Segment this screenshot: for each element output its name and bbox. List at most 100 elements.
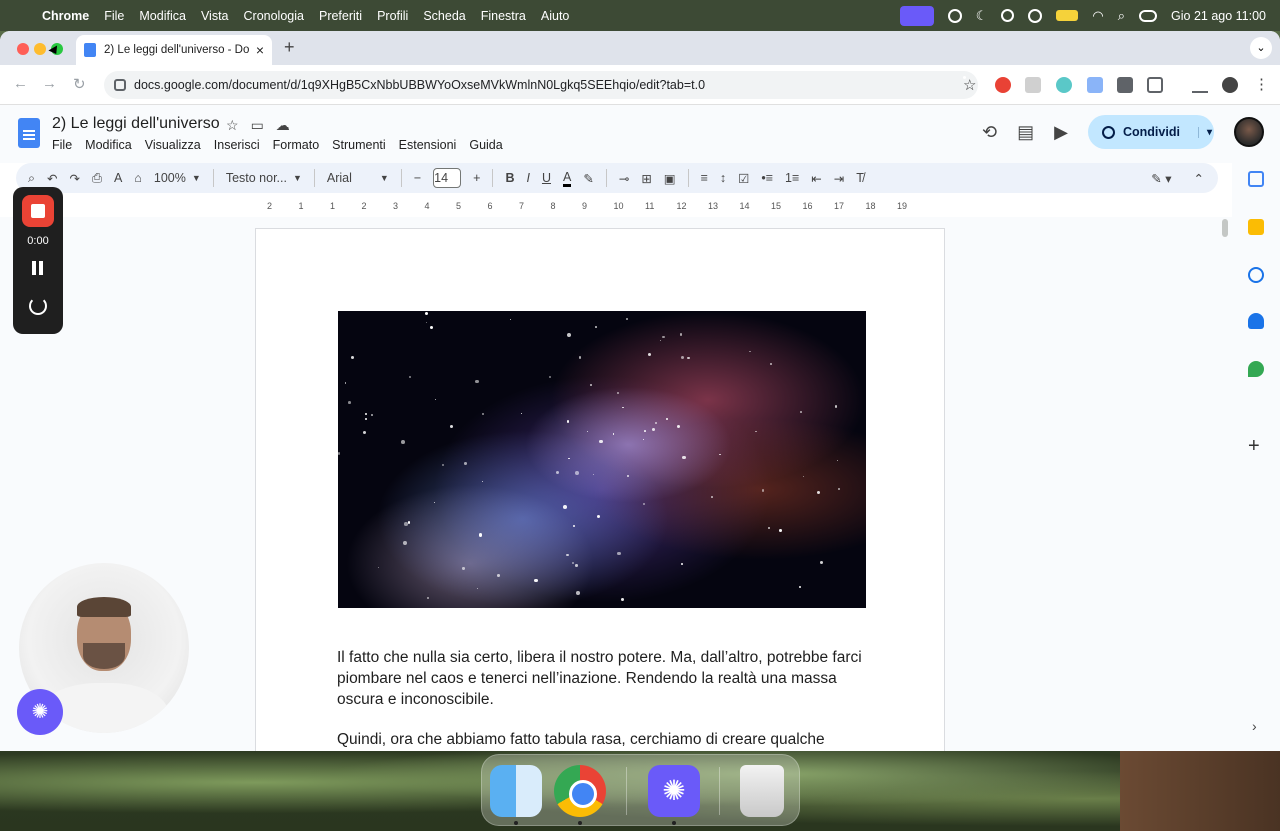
add-addon-icon[interactable]: + <box>1248 435 1260 458</box>
scrollbar-thumb[interactable] <box>1222 219 1228 237</box>
collapse-toolbar-icon[interactable]: ⌃ <box>1194 171 1204 186</box>
docs-menu-file[interactable]: File <box>52 138 72 152</box>
font-select[interactable]: Arial ▼ <box>327 171 389 185</box>
extensions-puzzle-icon[interactable] <box>1147 77 1163 93</box>
account-avatar[interactable] <box>1234 117 1264 147</box>
control-center-icon[interactable] <box>1139 9 1158 22</box>
style-select[interactable]: Testo nor... ▼ <box>226 171 302 185</box>
search-menus-icon[interactable]: ⌕ <box>28 171 35 186</box>
bulleted-list-icon[interactable]: •≡ <box>761 171 773 185</box>
increase-font-size-button[interactable]: + <box>473 171 480 185</box>
forward-arrow-icon[interactable]: → <box>42 75 57 92</box>
align-icon[interactable]: ≡ <box>701 171 708 185</box>
menu-profili[interactable]: Profili <box>377 9 408 23</box>
underline-icon[interactable]: U <box>542 171 551 185</box>
docs-menu-visualizza[interactable]: Visualizza <box>145 138 201 152</box>
redo-icon[interactable]: ↷ <box>70 171 80 186</box>
docs-menu-inserisci[interactable]: Inserisci <box>214 138 260 152</box>
document-title[interactable]: 2) Le leggi dell'universo <box>52 115 220 133</box>
expand-panel-chevron-icon[interactable]: › <box>1252 718 1257 734</box>
menu-file[interactable]: File <box>104 9 124 23</box>
restart-icon[interactable] <box>29 297 47 315</box>
share-button[interactable]: Condividi ▾ <box>1088 115 1214 149</box>
docs-menu-guida[interactable]: Guida <box>469 138 502 152</box>
keep-icon[interactable] <box>1248 219 1264 235</box>
tab-search-chevron-icon[interactable]: ⌄ <box>1250 37 1272 59</box>
meet-camera-icon[interactable]: ▶ <box>1054 122 1068 143</box>
reload-icon[interactable]: ↻ <box>73 75 86 93</box>
menu-aiuto[interactable]: Aiuto <box>541 9 570 23</box>
insert-link-icon[interactable]: ⊸ <box>619 171 629 186</box>
increase-indent-icon[interactable]: ⇥ <box>834 171 844 186</box>
share-dropdown-icon[interactable]: ▾ <box>1197 126 1212 138</box>
search-icon[interactable]: ⌕ <box>1118 8 1125 24</box>
clear-formatting-icon[interactable]: T̸ <box>856 171 864 185</box>
text-color-icon[interactable]: A <box>563 170 572 187</box>
site-info-icon[interactable] <box>114 79 126 91</box>
decrease-indent-icon[interactable]: ⇤ <box>811 171 821 186</box>
menubar-clock[interactable]: Gio 21 ago 11:00 <box>1171 9 1266 23</box>
url-text[interactable]: docs.google.com/document/d/1q9XHgB5CxNbb… <box>134 78 705 92</box>
star-icon[interactable]: ☆ <box>226 117 239 134</box>
menu-vista[interactable]: Vista <box>201 9 229 23</box>
menu-modifica[interactable]: Modifica <box>139 9 186 23</box>
print-icon[interactable]: ⎙ <box>92 171 102 186</box>
back-arrow-icon[interactable]: ← <box>13 75 28 92</box>
download-icon[interactable] <box>1192 77 1208 93</box>
pause-icon[interactable] <box>31 261 45 275</box>
zoom-select[interactable]: 100% ▼ <box>154 171 201 185</box>
stop-recording-button[interactable] <box>22 195 54 227</box>
paragraph-1[interactable]: Il fatto che nulla sia certo, libera il … <box>337 647 867 710</box>
ruler[interactable]: 2 1 1 2 3 4 5 6 7 8 9 10 11 12 13 14 15 16 17 18 19 <box>255 199 945 215</box>
battery-icon[interactable] <box>1056 10 1079 21</box>
undo-icon[interactable]: ↶ <box>47 171 57 186</box>
tab-docs[interactable]: 2) Le leggi dell'universo - Do × <box>76 35 272 65</box>
extension-m-icon[interactable] <box>1056 77 1072 93</box>
calendar-icon[interactable] <box>1248 171 1264 187</box>
version-history-icon[interactable]: ⟲ <box>982 122 997 143</box>
close-tab-icon[interactable]: × <box>256 42 264 58</box>
add-comment-icon[interactable]: ⊞ <box>641 171 651 186</box>
docs-menu-estensioni[interactable]: Estensioni <box>399 138 457 152</box>
numbered-list-icon[interactable]: 1≡ <box>785 171 799 185</box>
gear-status-icon[interactable] <box>947 8 962 23</box>
cloud-saved-icon[interactable]: ☁ <box>276 117 290 134</box>
line-spacing-icon[interactable]: ↕ <box>720 171 726 185</box>
document-page[interactable]: Il fatto che nulla sia certo, libera il … <box>255 228 945 751</box>
trash-icon[interactable] <box>740 765 784 817</box>
comments-icon[interactable]: ▤ <box>1017 122 1034 143</box>
italic-icon[interactable]: I <box>526 171 529 185</box>
address-bar[interactable]: docs.google.com/document/d/1q9XHgB5CxNbb… <box>104 71 978 99</box>
chrome-icon[interactable] <box>554 765 606 817</box>
docs-menu-strumenti[interactable]: Strumenti <box>332 138 386 152</box>
screen-record-status-icon[interactable] <box>899 5 934 26</box>
close-window-button[interactable] <box>17 43 29 55</box>
minimize-window-button[interactable] <box>34 43 46 55</box>
maps-icon[interactable] <box>1248 361 1264 377</box>
docs-menu-modifica[interactable]: Modifica <box>85 138 132 152</box>
contacts-icon[interactable] <box>1248 313 1264 329</box>
spellcheck-icon[interactable]: A <box>114 171 122 185</box>
insert-image-icon[interactable]: ▣ <box>664 171 676 186</box>
finder-icon[interactable] <box>490 765 542 817</box>
highlight-icon[interactable]: ✎ <box>583 171 593 186</box>
docs-logo-icon[interactable] <box>18 118 40 148</box>
menu-finestra[interactable]: Finestra <box>481 9 526 23</box>
menu-app-name[interactable]: Chrome <box>42 9 89 23</box>
clock-status-icon[interactable] <box>1001 9 1015 22</box>
editing-mode-icon[interactable]: ✎ ▾ <box>1151 171 1171 186</box>
moon-icon[interactable]: ☾ <box>976 8 988 24</box>
wifi-icon[interactable]: ◠ <box>1092 8 1103 24</box>
sparkle-app-icon[interactable]: ✺ <box>648 765 700 817</box>
new-tab-button[interactable]: + <box>284 37 295 58</box>
nebula-image[interactable] <box>338 311 866 608</box>
extension-red-icon[interactable] <box>995 77 1011 93</box>
bold-icon[interactable]: B <box>505 171 514 185</box>
docs-menu-formato[interactable]: Formato <box>273 138 320 152</box>
extension-f-icon[interactable] <box>1117 77 1133 93</box>
decrease-font-size-button[interactable]: − <box>414 171 421 185</box>
tasks-icon[interactable] <box>1248 267 1264 283</box>
bookmark-star-icon[interactable]: ☆ <box>963 76 976 94</box>
font-size-input[interactable]: 14 <box>433 168 462 188</box>
profile-avatar[interactable] <box>1222 77 1238 93</box>
